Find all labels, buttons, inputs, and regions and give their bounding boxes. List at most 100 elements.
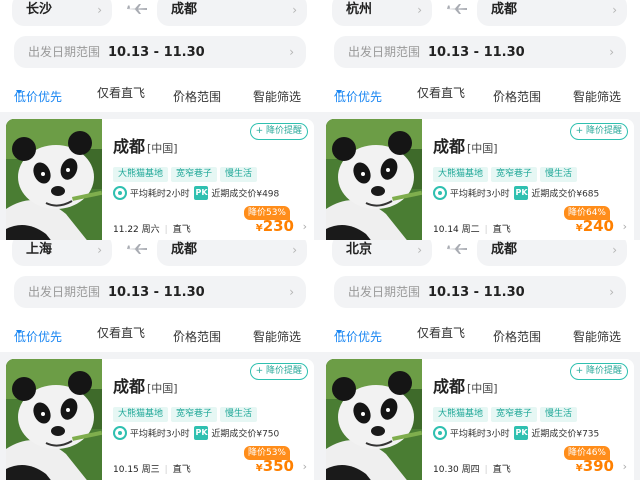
tag-kuanzhai-alley: 宽窄巷子: [171, 407, 218, 422]
currency-symbol: ¥: [255, 463, 263, 474]
chevron-right-icon: ›: [292, 3, 297, 17]
plane-icon: [127, 4, 147, 14]
price: ¥350: [256, 457, 294, 475]
currency-symbol: ¥: [575, 463, 583, 474]
date-range-value: 10.13 - 11.30: [428, 45, 525, 60]
departure-date-range-field[interactable]: 出发日期范围 10.13 - 11.30 ›: [334, 36, 626, 68]
price-range-filter[interactable]: 价格范围: [173, 324, 221, 344]
tag-kuanzhai-alley: 宽窄巷子: [491, 407, 538, 422]
flight-search-panel: 上海 › 成都 › 出发日期范围 10.13 - 11.30 › 低价优先 仅看直…: [0, 240, 320, 480]
direct-only-filter[interactable]: 仅看直飞: [417, 84, 465, 101]
origin-city-selector[interactable]: 长沙 ›: [12, 0, 112, 26]
price-range-label: 价格范围: [493, 90, 542, 104]
price-range-filter[interactable]: 价格范围: [493, 84, 541, 104]
departure-date-range-field[interactable]: 出发日期范围 10.13 - 11.30 ›: [14, 276, 306, 308]
flight-date: 10.30 周四: [433, 465, 480, 475]
panda-photo: [326, 119, 422, 240]
pk-icon: PK: [514, 426, 529, 440]
smart-filter[interactable]: 智能筛选: [253, 324, 301, 344]
sort-low-price-tab[interactable]: 低价优先: [14, 84, 62, 104]
departure-date-range-field[interactable]: 出发日期范围 10.13 - 11.30 ›: [14, 36, 306, 68]
panda-photo: [6, 359, 102, 480]
divider: |: [164, 465, 168, 475]
date-range-label: 出发日期范围: [28, 45, 101, 59]
tag-panda-base: 大熊猫基地: [433, 167, 489, 182]
flight-search-panel: 长沙 › 成都 › 出发日期范围 10.13 - 11.30 › 低价优先 仅看直…: [0, 0, 320, 240]
tag-list: 大熊猫基地 宽窄巷子 慢生活: [433, 401, 580, 422]
price-drop-alert-button[interactable]: + 降价提醒: [249, 363, 308, 380]
price-value: 350: [262, 457, 294, 475]
origin-city-selector[interactable]: 杭州 ›: [332, 0, 432, 26]
clock-circle-icon: [433, 426, 447, 440]
search-header: 北京 › 成都 › 出发日期范围 10.13 - 11.30 › 低价优先 仅看直…: [320, 240, 640, 352]
destination-city-selector[interactable]: 成都 ›: [157, 0, 307, 26]
search-header: 杭州 › 成都 › 出发日期范围 10.13 - 11.30 › 低价优先 仅看直…: [320, 0, 640, 112]
sort-low-price-tab[interactable]: 低价优先: [334, 324, 382, 344]
sort-low-price-tab[interactable]: 低价优先: [334, 84, 382, 104]
destination-city-selector[interactable]: 成都 ›: [157, 240, 307, 266]
price: ¥240: [576, 217, 614, 235]
deal-card[interactable]: 成都 [中国] + 降价提醒 大熊猫基地 宽窄巷子 慢生活 平均耗时3小时 PK 近期…: [326, 119, 634, 240]
price-drop-alert-button[interactable]: + 降价提醒: [569, 363, 628, 380]
sort-low-price-label: 低价优先: [334, 330, 383, 344]
flight-info: 11.22 周六 | 直飞: [113, 222, 191, 235]
tag-slow-life: 慢生活: [220, 407, 258, 422]
price-drop-alert-button[interactable]: + 降价提醒: [569, 123, 628, 140]
direct-only-filter[interactable]: 仅看直飞: [97, 84, 145, 101]
deal-card[interactable]: 成都 [中国] + 降价提醒 大熊猫基地 宽窄巷子 慢生活 平均耗时3小时 PK 近期…: [6, 359, 314, 480]
tag-panda-base: 大熊猫基地: [113, 407, 169, 422]
destination-name: 成都: [433, 137, 466, 156]
destination-city-selector[interactable]: 成都 ›: [477, 0, 627, 26]
flight-stats: 平均耗时3小时 PK 近期成交价¥735: [433, 426, 599, 440]
search-header: 长沙 › 成都 › 出发日期范围 10.13 - 11.30 › 低价优先 仅看直…: [0, 0, 320, 112]
date-range-value: 10.13 - 11.30: [108, 45, 205, 60]
price-range-label: 价格范围: [493, 330, 542, 344]
recent-deal-price: 近期成交价¥498: [211, 189, 280, 200]
flight-type: 直飞: [492, 225, 511, 235]
sort-low-price-tab[interactable]: 低价优先: [14, 324, 62, 344]
flight-type: 直飞: [172, 465, 191, 475]
price-range-label: 价格范围: [173, 330, 222, 344]
direct-only-filter[interactable]: 仅看直飞: [417, 324, 465, 341]
chevron-right-icon: ›: [609, 45, 614, 59]
price-range-filter[interactable]: 价格范围: [173, 84, 221, 104]
smart-filter[interactable]: 智能筛选: [573, 84, 621, 104]
tag-list: 大熊猫基地 宽窄巷子 慢生活: [113, 401, 260, 422]
price-range-filter[interactable]: 价格范围: [493, 324, 541, 344]
destination-title: 成都 [中国]: [433, 373, 498, 397]
destination-city-label: 成都: [171, 2, 198, 17]
chevron-right-icon: ›: [622, 460, 627, 473]
departure-date-range-field[interactable]: 出发日期范围 10.13 - 11.30 ›: [334, 276, 626, 308]
filter-bar: 低价优先 仅看直飞 价格范围 智能筛选: [0, 320, 320, 344]
origin-city-label: 北京: [346, 242, 373, 257]
destination-city-selector[interactable]: 成都 ›: [477, 240, 627, 266]
destination-country: [中国]: [147, 142, 178, 155]
divider: |: [484, 465, 488, 475]
smart-filter-label: 智能筛选: [253, 90, 302, 104]
sort-low-price-label: 低价优先: [14, 330, 63, 344]
deal-card[interactable]: 成都 [中国] + 降价提醒 大熊猫基地 宽窄巷子 慢生活 平均耗时3小时 PK 近期…: [326, 359, 634, 480]
flight-stats: 平均耗时3小时 PK 近期成交价¥750: [113, 426, 279, 440]
destination-city-label: 成都: [171, 242, 198, 257]
smart-filter[interactable]: 智能筛选: [573, 324, 621, 344]
price-drop-alert-button[interactable]: + 降价提醒: [249, 123, 308, 140]
chevron-right-icon: ›: [302, 220, 307, 233]
chevron-right-icon: ›: [97, 3, 102, 17]
flight-info: 10.15 周三 | 直飞: [113, 462, 191, 475]
direct-only-filter[interactable]: 仅看直飞: [97, 324, 145, 341]
flight-stats: 平均耗时2小时 PK 近期成交价¥498: [113, 186, 279, 200]
origin-city-selector[interactable]: 上海 ›: [12, 240, 112, 266]
chevron-right-icon: ›: [612, 3, 617, 17]
price-value: 230: [262, 217, 294, 235]
tag-panda-base: 大熊猫基地: [433, 407, 489, 422]
deal-card[interactable]: 成都 [中国] + 降价提醒 大熊猫基地 宽窄巷子 慢生活 平均耗时2小时 PK 近期…: [6, 119, 314, 240]
chevron-right-icon: ›: [289, 45, 294, 59]
divider: |: [164, 225, 168, 235]
flight-type: 直飞: [172, 225, 191, 235]
chevron-right-icon: ›: [302, 460, 307, 473]
chevron-right-icon: ›: [417, 243, 422, 257]
chevron-right-icon: ›: [289, 285, 294, 299]
origin-city-selector[interactable]: 北京 ›: [332, 240, 432, 266]
destination-name: 成都: [113, 377, 146, 396]
smart-filter[interactable]: 智能筛选: [253, 84, 301, 104]
